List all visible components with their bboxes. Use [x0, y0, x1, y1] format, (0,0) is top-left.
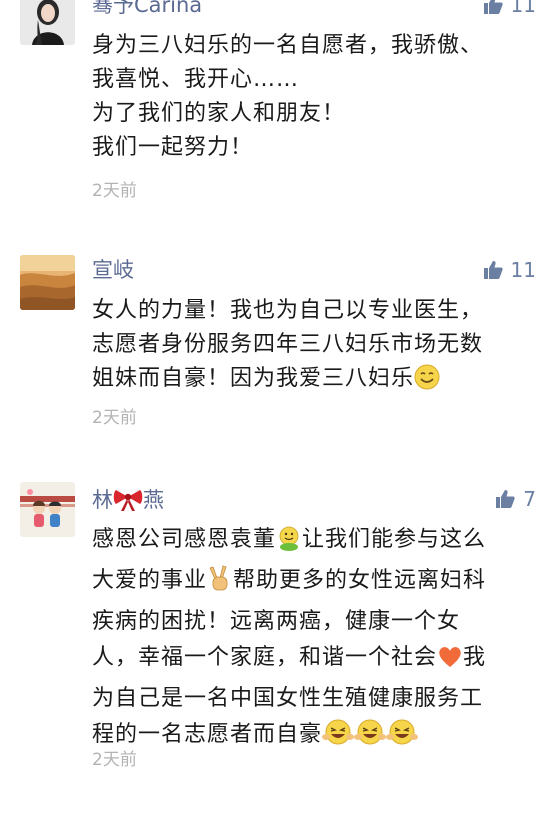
- comment-timestamp: 2天前: [92, 408, 137, 428]
- like-button[interactable]: 11: [483, 258, 536, 282]
- like-button[interactable]: 7: [495, 487, 536, 511]
- comment-line: 为了我们的家人和朋友！: [92, 101, 346, 126]
- thumbs-up-icon: [483, 0, 503, 14]
- like-count: 7: [523, 487, 536, 511]
- avatar[interactable]: [20, 0, 75, 45]
- comment-line: 疾病的困扰！远离两癌，健康一个女: [92, 609, 461, 634]
- comment-line-text: 姐妹而自豪！因为我爱三八妇乐: [92, 366, 415, 391]
- comment-line: 我喜悦、我开心……: [92, 67, 300, 92]
- comment-line-text: 大爱的事业: [92, 568, 208, 593]
- comment-line: 感恩公司感恩袁董 让我们能参与这么: [92, 522, 542, 563]
- like-button[interactable]: 11: [483, 0, 536, 17]
- comment-line: 大爱的事业 帮助更多的女性远离妇科: [92, 563, 542, 604]
- comment-line-text: 我: [463, 645, 487, 670]
- comment-line: 程的一名志愿者而自豪: [92, 717, 542, 758]
- comment-text: 感恩公司感恩袁董 让我们能参与这么 大爱的事业 帮助更多的女性远离妇科 疾病的困扰！…: [92, 522, 542, 758]
- like-count: 11: [510, 0, 536, 17]
- comment-line: 我们一起努力！: [92, 135, 254, 160]
- thumbs-up-icon: [496, 490, 515, 508]
- commenter-name[interactable]: 林燕: [92, 487, 164, 516]
- laughing-emoji-icon: [322, 718, 355, 758]
- heart-icon: [437, 645, 463, 681]
- comment-line: 姐妹而自豪！因为我爱三八妇乐: [92, 362, 542, 401]
- comment-text: 女人的力量！我也为自己以专业医生， 志愿者身份服务四年三八妇乐市场无数 姐妹而自…: [92, 294, 542, 401]
- comment-line-text: 让我们能参与这么: [302, 527, 487, 552]
- commenter-name-part: 林: [92, 488, 113, 512]
- avatar[interactable]: [20, 482, 75, 537]
- smile-emoji-icon: [414, 364, 440, 401]
- comment-timestamp: 2天前: [92, 181, 137, 201]
- thumbs-up-icon: [483, 261, 503, 279]
- desert-dunes-icon: [20, 255, 75, 310]
- laughing-emoji-icon: [386, 718, 419, 758]
- commenter-name[interactable]: 骞予Carina: [92, 0, 202, 17]
- comment-text: 身为三八妇乐的一名自愿者，我骄傲、 我喜悦、我开心…… 为了我们的家人和朋友！ …: [92, 29, 542, 165]
- comment-line: 为自己是一名中国女性生殖健康服务工: [92, 686, 484, 711]
- woman-portrait-icon: [20, 0, 75, 45]
- comment-line: 志愿者身份服务四年三八妇乐市场无数: [92, 332, 484, 357]
- avatar[interactable]: [20, 255, 75, 310]
- comment-line: 人，幸福一个家庭，和谐一个社会我: [92, 640, 542, 681]
- comment-line-text: 帮助更多的女性远离妇科: [233, 568, 487, 593]
- comment-line-text: 感恩公司感恩袁董: [92, 527, 277, 552]
- comment-line-text: 程的一名志愿者而自豪: [92, 722, 323, 747]
- victory-hand-icon: [207, 564, 233, 604]
- commenter-name[interactable]: 宣岐: [92, 258, 134, 282]
- comment-line: 女人的力量！我也为自己以专业医生，: [92, 298, 484, 323]
- hug-emoji-icon: [276, 525, 302, 563]
- ribbon-bow-icon: [113, 487, 143, 516]
- like-count: 11: [510, 258, 536, 282]
- comment-line: 身为三八妇乐的一名自愿者，我骄傲、: [92, 33, 484, 58]
- laughing-emoji-icon: [354, 718, 387, 758]
- cartoon-couple-icon: [20, 482, 75, 537]
- commenter-name-part: 燕: [143, 488, 164, 512]
- comment-timestamp: 2天前: [92, 750, 137, 770]
- comment-line-text: 人，幸福一个家庭，和谐一个社会: [92, 645, 438, 670]
